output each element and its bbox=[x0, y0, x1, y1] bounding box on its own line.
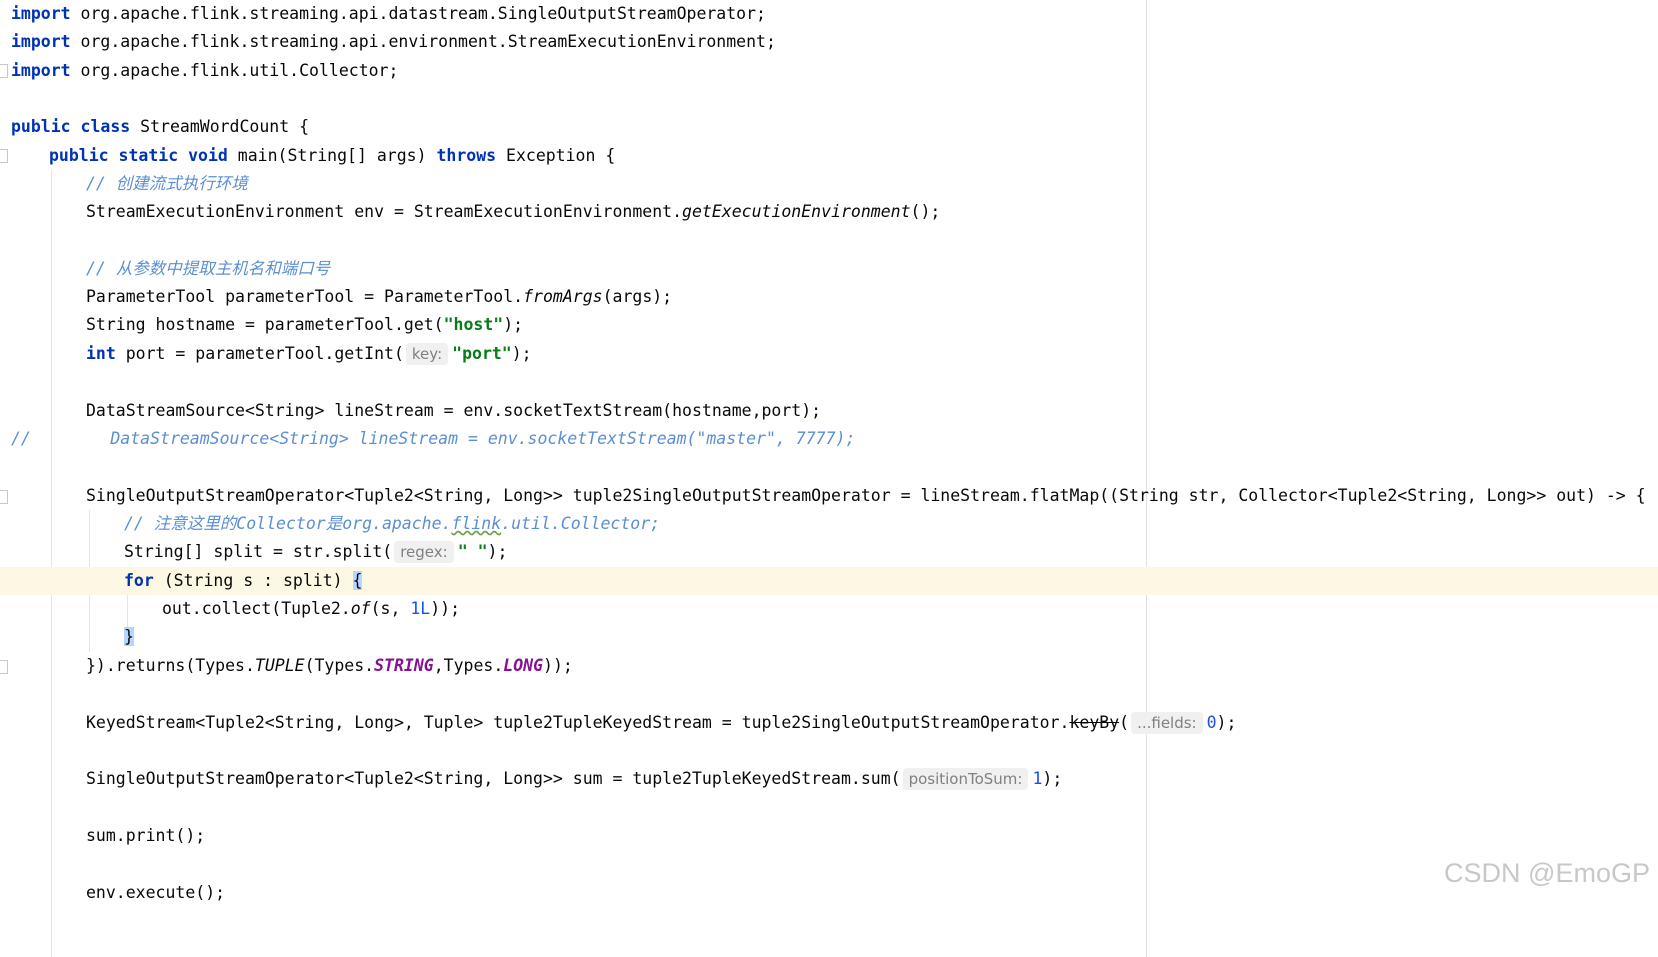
code-line[interactable]: import org.apache.flink.util.Collector; bbox=[0, 57, 1658, 85]
code-text: ); bbox=[1042, 769, 1063, 788]
code-text: (s, bbox=[370, 599, 411, 618]
parameter-hint: key: bbox=[405, 343, 449, 365]
keyword: throws bbox=[436, 146, 497, 165]
number-literal: 0 bbox=[1206, 713, 1217, 732]
code-text: String hostname = parameterTool.get( bbox=[86, 315, 444, 334]
number-literal: 1L bbox=[410, 599, 431, 618]
code-text: )); bbox=[543, 656, 573, 675]
code-line[interactable]: out.collect(Tuple2.of(s, 1L)); bbox=[0, 595, 1658, 623]
code-text: Exception { bbox=[496, 146, 616, 165]
parameter-hint: ...fields: bbox=[1131, 712, 1203, 734]
code-text: (String s : split) bbox=[153, 571, 353, 590]
matched-brace: { bbox=[352, 571, 363, 590]
static-constant: STRING bbox=[374, 656, 434, 675]
code-line[interactable]: public static void main(String[] args) t… bbox=[0, 142, 1658, 170]
code-line[interactable]: import org.apache.flink.streaming.api.da… bbox=[0, 0, 1658, 28]
keyword: int bbox=[86, 344, 116, 363]
method-signature: main(String[] args) bbox=[227, 146, 437, 165]
code-text: sum.print(); bbox=[86, 826, 206, 845]
code-line[interactable]: DataStreamSource<String> lineStream = en… bbox=[0, 397, 1658, 425]
code-text: }).returns(Types. bbox=[86, 656, 255, 675]
code-text: (args); bbox=[602, 287, 673, 306]
code-line[interactable]: SingleOutputStreamOperator<Tuple2<String… bbox=[0, 482, 1658, 510]
code-text: StreamExecutionEnvironment env = StreamE… bbox=[86, 202, 683, 221]
code-line[interactable]: env.execute(); bbox=[0, 879, 1658, 907]
code-line[interactable]: // 创建流式执行环境 bbox=[0, 170, 1658, 198]
comment: .util.Collector; bbox=[501, 514, 661, 533]
keyword: import bbox=[11, 32, 71, 51]
code-text: (); bbox=[910, 202, 941, 221]
string-literal: " " bbox=[457, 542, 488, 561]
current-code-line[interactable]: for (String s : split) { bbox=[0, 567, 1658, 595]
static-method: fromArgs bbox=[523, 287, 603, 306]
code-text: env.execute(); bbox=[86, 883, 226, 902]
code-line[interactable]: sum.print(); bbox=[0, 822, 1658, 850]
code-text: ); bbox=[511, 344, 532, 363]
code-text: ); bbox=[503, 315, 524, 334]
keyword: import bbox=[11, 4, 71, 23]
keyword: for bbox=[124, 571, 154, 590]
watermark: CSDN @EmoGP bbox=[1444, 858, 1650, 888]
code-line[interactable]: String hostname = parameterTool.get("hos… bbox=[0, 311, 1658, 339]
code-text: String[] split = str.split( bbox=[124, 542, 393, 561]
class-name: StreamWordCount { bbox=[130, 117, 310, 136]
code-line[interactable]: StreamExecutionEnvironment env = StreamE… bbox=[0, 198, 1658, 226]
keyword: import bbox=[11, 61, 71, 80]
comment-typo-word: flink bbox=[451, 514, 502, 533]
code-line[interactable]: public class StreamWordCount { bbox=[0, 113, 1658, 141]
keyword: class bbox=[80, 117, 131, 136]
code-text: KeyedStream<Tuple2<String, Long>, Tuple>… bbox=[86, 713, 1070, 732]
code-text: SingleOutputStreamOperator<Tuple2<String… bbox=[86, 486, 1646, 505]
code-line[interactable]: String[] split = str.split(regex: " "); bbox=[0, 538, 1658, 566]
code-line[interactable]: // 注意这里的Collector是org.apache.flink.util.… bbox=[0, 510, 1658, 538]
comment: // 从参数中提取主机名和端口号 bbox=[86, 259, 331, 278]
static-constant: LONG bbox=[503, 656, 544, 675]
comment: // 注意这里的Collector是org.apache. bbox=[124, 514, 452, 533]
static-method: TUPLE bbox=[254, 656, 305, 675]
code-line[interactable]: import org.apache.flink.streaming.api.en… bbox=[0, 28, 1658, 56]
code-line[interactable]: } bbox=[0, 623, 1658, 651]
keyword: public bbox=[49, 146, 109, 165]
code-line[interactable]: KeyedStream<Tuple2<String, Long>, Tuple>… bbox=[0, 709, 1658, 737]
parameter-hint: regex: bbox=[394, 541, 454, 563]
import-path: org.apache.flink.streaming.api.environme… bbox=[70, 32, 776, 51]
code-line[interactable]: // 从参数中提取主机名和端口号 bbox=[0, 255, 1658, 283]
string-literal: "host" bbox=[443, 315, 504, 334]
code-text: out.collect(Tuple2. bbox=[162, 599, 351, 618]
code-line[interactable]: // DataStreamSource<String> lineStream =… bbox=[0, 425, 1658, 453]
code-line[interactable]: SingleOutputStreamOperator<Tuple2<String… bbox=[0, 765, 1658, 793]
string-literal: "port" bbox=[452, 344, 512, 363]
code-text: ParameterTool parameterTool = ParameterT… bbox=[86, 287, 524, 306]
keyword: void bbox=[188, 146, 228, 165]
static-method: getExecutionEnvironment bbox=[682, 202, 911, 221]
code-text: ( bbox=[1119, 713, 1130, 732]
code-line[interactable]: int port = parameterTool.getInt(key: "por… bbox=[0, 340, 1658, 368]
code-line[interactable]: }).returns(Types.TUPLE(Types.STRING,Type… bbox=[0, 652, 1658, 680]
code-text: SingleOutputStreamOperator<Tuple2<String… bbox=[86, 769, 901, 788]
keyword: static bbox=[118, 146, 179, 165]
code-text: )); bbox=[430, 599, 461, 618]
keyword: public bbox=[11, 117, 71, 136]
code-text: ,Types. bbox=[433, 656, 504, 675]
code-editor[interactable]: import org.apache.flink.streaming.api.da… bbox=[0, 0, 1658, 957]
import-path: org.apache.flink.streaming.api.datastrea… bbox=[70, 4, 766, 23]
comment: // 创建流式执行环境 bbox=[86, 174, 248, 193]
number-literal: 1 bbox=[1032, 769, 1043, 788]
commented-code: // DataStreamSource<String> lineStream =… bbox=[11, 429, 856, 448]
code-text: ); bbox=[487, 542, 508, 561]
import-path: org.apache.flink.util.Collector; bbox=[70, 61, 399, 80]
code-text: ); bbox=[1216, 713, 1237, 732]
matched-brace: } bbox=[124, 627, 134, 646]
code-line[interactable]: ParameterTool parameterTool = ParameterT… bbox=[0, 283, 1658, 311]
code-text: port = parameterTool.getInt( bbox=[115, 344, 404, 363]
code-text: DataStreamSource<String> lineStream = en… bbox=[86, 401, 822, 420]
static-method: of bbox=[350, 599, 371, 618]
code-text: (Types. bbox=[304, 656, 375, 675]
parameter-hint: positionToSum: bbox=[902, 768, 1029, 790]
deprecated-method: keyBy bbox=[1069, 713, 1120, 732]
